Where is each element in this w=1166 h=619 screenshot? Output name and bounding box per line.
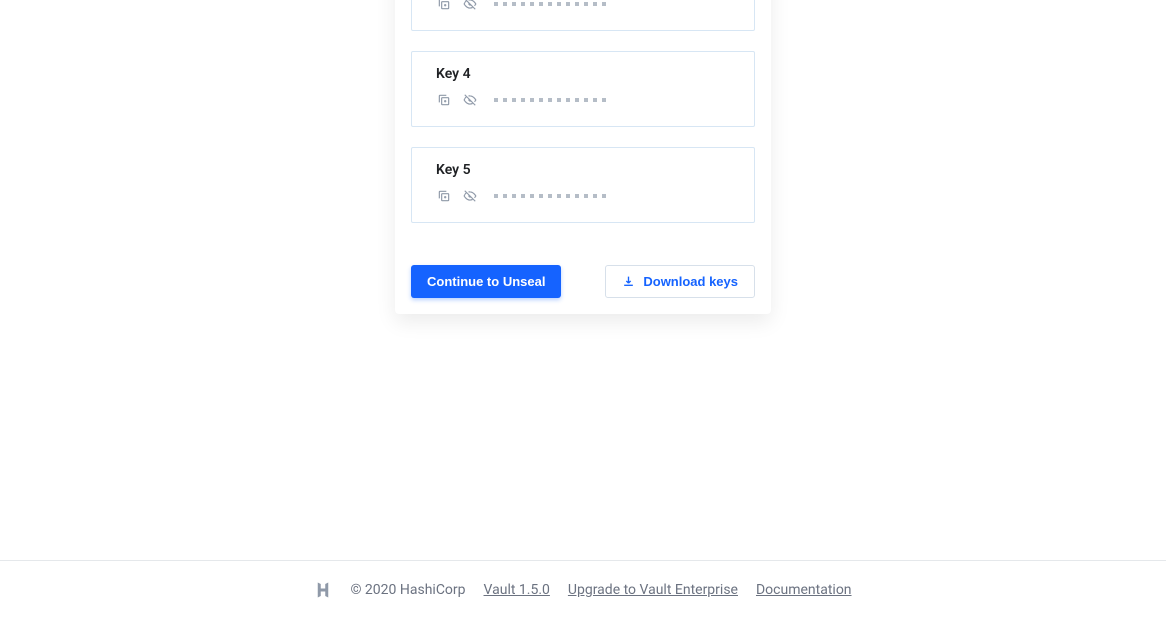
masked-key-value	[494, 194, 606, 198]
version-link[interactable]: Vault 1.5.0	[484, 582, 550, 598]
footer: © 2020 HashiCorp Vault 1.5.0 Upgrade to …	[0, 560, 1166, 619]
key-box-4: Key 4	[411, 51, 755, 127]
eye-off-icon[interactable]	[462, 188, 478, 204]
download-icon	[622, 275, 635, 288]
copy-icon[interactable]	[436, 92, 452, 108]
upgrade-link[interactable]: Upgrade to Vault Enterprise	[568, 582, 738, 598]
eye-off-icon[interactable]	[462, 0, 478, 12]
eye-off-icon[interactable]	[462, 92, 478, 108]
key-label: Key 5	[436, 162, 730, 178]
copy-icon[interactable]	[436, 0, 452, 12]
download-keys-button[interactable]: Download keys	[605, 265, 755, 298]
key-box-3: Key 3	[411, 0, 755, 31]
key-label: Key 4	[436, 66, 730, 82]
download-keys-label: Download keys	[643, 274, 738, 289]
masked-key-value	[494, 2, 606, 6]
masked-key-value	[494, 98, 606, 102]
hashicorp-logo-icon	[314, 581, 332, 599]
key-box-5: Key 5	[411, 147, 755, 223]
copy-icon[interactable]	[436, 188, 452, 204]
unseal-keys-card: Key 3 Key 4	[395, 0, 771, 314]
copyright-text: © 2020 HashiCorp	[350, 582, 465, 598]
documentation-link[interactable]: Documentation	[756, 582, 852, 598]
continue-to-unseal-button[interactable]: Continue to Unseal	[411, 265, 561, 298]
